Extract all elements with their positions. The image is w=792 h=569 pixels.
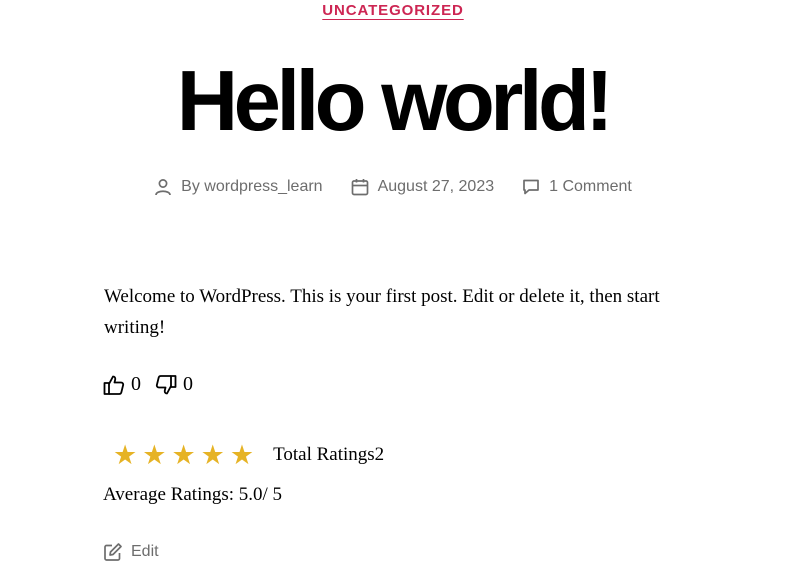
star-rating: ★ ★ ★ ★ ★: [113, 440, 259, 470]
dislike-count: 0: [183, 373, 193, 395]
calendar-icon: [351, 179, 368, 196]
total-ratings: Total Ratings2: [273, 444, 385, 465]
comment-icon: [523, 179, 539, 195]
star-icon[interactable]: ★: [171, 440, 195, 470]
star-icon[interactable]: ★: [230, 440, 254, 470]
post-date: August 27, 2023: [351, 178, 495, 196]
post-author: By wordpress_learn: [154, 178, 323, 196]
date-link[interactable]: August 27, 2023: [378, 178, 495, 196]
post-content: Welcome to WordPress. This is your first…: [104, 286, 660, 338]
star-icon[interactable]: ★: [142, 440, 166, 470]
vote-bar: 0 0: [103, 373, 207, 396]
edit-icon: [104, 543, 122, 561]
star-icon[interactable]: ★: [113, 440, 137, 470]
user-icon: [155, 179, 172, 196]
author-link[interactable]: By wordpress_learn: [181, 178, 322, 196]
post-category: UNCATEGORIZED: [0, 2, 786, 20]
average-ratings: Average Ratings: 5.0/ 5: [103, 484, 283, 505]
dislike-button[interactable]: 0: [155, 373, 193, 396]
like-button[interactable]: 0: [103, 373, 141, 396]
post-title: Hello world!: [176, 54, 614, 149]
comments-link[interactable]: 1 Comment: [549, 178, 632, 196]
post-meta: By wordpress_learn August 27, 2023 1 Com…: [0, 178, 786, 196]
post-comments: 1 Comment: [522, 178, 632, 196]
star-icon[interactable]: ★: [201, 440, 225, 470]
rating-widget: ★ ★ ★ ★ ★ Total Ratings2: [113, 440, 384, 470]
like-count: 0: [131, 373, 141, 395]
edit-label: Edit: [131, 543, 159, 560]
thumbs-up-icon: [103, 375, 125, 395]
edit-link[interactable]: Edit: [103, 542, 159, 562]
thumbs-down-icon: [155, 374, 177, 394]
category-link[interactable]: UNCATEGORIZED: [322, 2, 463, 19]
